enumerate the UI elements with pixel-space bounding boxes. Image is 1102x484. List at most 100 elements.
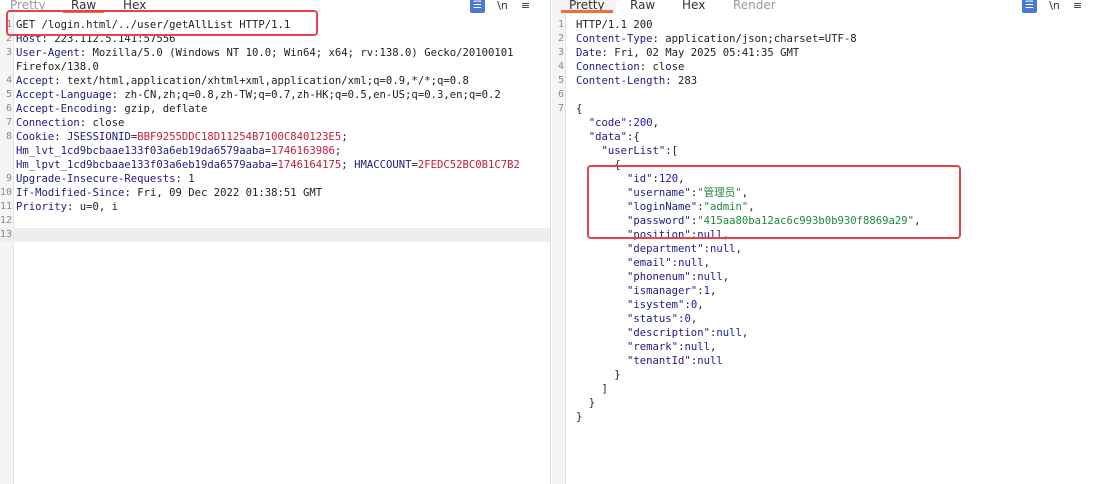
line-code: "remark":null, bbox=[576, 340, 716, 354]
code-token: : application/json;charset=UTF-8 bbox=[652, 33, 857, 45]
response-tab-pretty[interactable]: Pretty bbox=[561, 0, 613, 14]
code-token: , bbox=[690, 313, 698, 325]
code-token: Accept bbox=[16, 75, 55, 87]
line-number: 6 bbox=[5, 103, 12, 114]
code-token: "remark" bbox=[627, 341, 679, 353]
response-line: "department":null, bbox=[552, 242, 1102, 256]
code-token: : zh-CN,zh;q=0.8,zh-TW;q=0.7,zh-HK;q=0.5… bbox=[111, 89, 501, 101]
code-token: "code" bbox=[588, 117, 628, 129]
line-code: "email":null, bbox=[576, 256, 710, 270]
line-code: } bbox=[576, 368, 621, 382]
code-token: : close bbox=[639, 61, 685, 73]
code-token: : Mozilla/5.0 (Windows NT 10.0; Win64; x… bbox=[79, 47, 514, 59]
code-token: , bbox=[722, 271, 730, 283]
code-token: Priority bbox=[16, 201, 68, 213]
code-token: } bbox=[576, 369, 621, 381]
request-line: 7 Connection: close bbox=[0, 116, 550, 130]
request-line: 4 Accept: text/html,application/xhtml+xml… bbox=[0, 74, 550, 88]
code-token: null bbox=[697, 271, 723, 283]
request-line: Hm_lvt_1cd9bcbaae133f03a6eb19da6579aaba=… bbox=[0, 144, 550, 158]
line-number: 11 bbox=[0, 201, 13, 212]
line-code: "tenantId":null bbox=[576, 354, 723, 368]
line-number: 2 bbox=[557, 33, 564, 44]
code-token: null bbox=[709, 243, 736, 255]
code-token: Accept-Encoding bbox=[16, 103, 112, 115]
code-token: : u=0, i bbox=[67, 201, 119, 213]
line-code: "code":200, bbox=[576, 116, 659, 130]
response-tab-raw[interactable]: Raw bbox=[630, 0, 655, 14]
line-code: Accept-Encoding: gzip, deflate bbox=[16, 102, 207, 116]
response-tab-render[interactable]: Render bbox=[733, 0, 776, 14]
line-code: Firefox/138.0 bbox=[16, 60, 99, 74]
line-number: 7 bbox=[5, 117, 12, 128]
request-line: 13 bbox=[0, 228, 550, 242]
line-number: 4 bbox=[5, 75, 12, 86]
format-icon[interactable]: ☰ bbox=[470, 0, 485, 13]
response-line: "status":0, bbox=[552, 312, 1102, 326]
response-line: 5 Content-Length: 283 bbox=[552, 74, 1102, 88]
response-line: } bbox=[552, 396, 1102, 410]
line-code: "userList":[ bbox=[576, 144, 679, 158]
response-editor[interactable]: 1 HTTP/1.1 200 2 Content-Type: application/… bbox=[552, 14, 1102, 484]
response-pane: Pretty Raw Hex Render ☰ \n ≡ 1 HTTP/1.1 2… bbox=[552, 0, 1102, 484]
code-token: Hm_lpvt_1cd9bcbaae133f03a6eb19da6579aaba bbox=[16, 159, 272, 171]
response-line: "tenantId":null bbox=[552, 354, 1102, 368]
code-token: ; bbox=[341, 159, 355, 171]
code-token: : 1 bbox=[175, 173, 195, 185]
code-token: Accept-Language bbox=[16, 89, 112, 101]
line-code: Content-Type: application/json;charset=U… bbox=[576, 32, 857, 46]
line-code: User-Agent: Mozilla/5.0 (Windows NT 10.0… bbox=[16, 46, 513, 60]
response-line: "isystem":0, bbox=[552, 298, 1102, 312]
line-code: { bbox=[576, 102, 582, 116]
code-token: 2FEDC52BC0B1C7B2 bbox=[417, 159, 520, 171]
menu-icon[interactable]: ≡ bbox=[518, 0, 533, 13]
response-line: 4 Connection: close bbox=[552, 60, 1102, 74]
response-line: ] bbox=[552, 382, 1102, 396]
response-line: "description":null, bbox=[552, 326, 1102, 340]
code-token: Cookie bbox=[16, 131, 55, 143]
response-line: "data":{ bbox=[552, 130, 1102, 144]
line-code: Upgrade-Insecure-Requests: 1 bbox=[16, 172, 195, 186]
code-token: Connection bbox=[576, 61, 640, 73]
code-token: "description" bbox=[627, 327, 710, 339]
line-number: 7 bbox=[557, 103, 564, 114]
line-code: Accept: text/html,application/xhtml+xml,… bbox=[16, 74, 469, 88]
line-code: Priority: u=0, i bbox=[16, 200, 118, 214]
code-token: BBF9255DDC18D11254B7100C840123E5 bbox=[137, 131, 342, 143]
response-line: "ismanager":1, bbox=[552, 284, 1102, 298]
line-code: Date: Fri, 02 May 2025 05:41:35 GMT bbox=[576, 46, 799, 60]
line-code: "ismanager":1, bbox=[576, 284, 716, 298]
format-icon[interactable]: ☰ bbox=[1022, 0, 1037, 13]
response-tab-hex[interactable]: Hex bbox=[682, 0, 705, 14]
request-editor[interactable]: 1 GET /login.html/../user/getAllList HTTP… bbox=[0, 14, 550, 484]
menu-icon[interactable]: ≡ bbox=[1070, 0, 1085, 13]
request-line: 5 Accept-Language: zh-CN,zh;q=0.8,zh-TW;q… bbox=[0, 88, 550, 102]
newline-toggle[interactable]: \n bbox=[495, 0, 510, 13]
line-number: 13 bbox=[0, 229, 13, 240]
code-token: ; bbox=[341, 131, 348, 143]
request-line: 6 Accept-Encoding: gzip, deflate bbox=[0, 102, 550, 116]
code-token: Connection bbox=[16, 117, 80, 129]
newline-toggle[interactable]: \n bbox=[1047, 0, 1062, 13]
code-token: , bbox=[735, 243, 742, 255]
line-code: Connection: close bbox=[576, 60, 684, 74]
response-line: "remark":null, bbox=[552, 340, 1102, 354]
line-number: 6 bbox=[557, 89, 564, 100]
line-code: If-Modified-Since: Fri, 09 Dec 2022 01:3… bbox=[16, 186, 322, 200]
line-code: ] bbox=[576, 382, 608, 396]
line-code: Hm_lvt_1cd9bcbaae133f03a6eb19da6579aaba=… bbox=[16, 144, 341, 158]
code-token: Firefox/138.0 bbox=[16, 61, 99, 73]
code-token: : Fri, 02 May 2025 05:41:35 GMT bbox=[601, 47, 800, 59]
response-tab-bar: Pretty Raw Hex Render ☰ \n ≡ bbox=[552, 0, 1102, 14]
code-token: null bbox=[716, 327, 742, 339]
line-code: "isystem":0, bbox=[576, 298, 704, 312]
